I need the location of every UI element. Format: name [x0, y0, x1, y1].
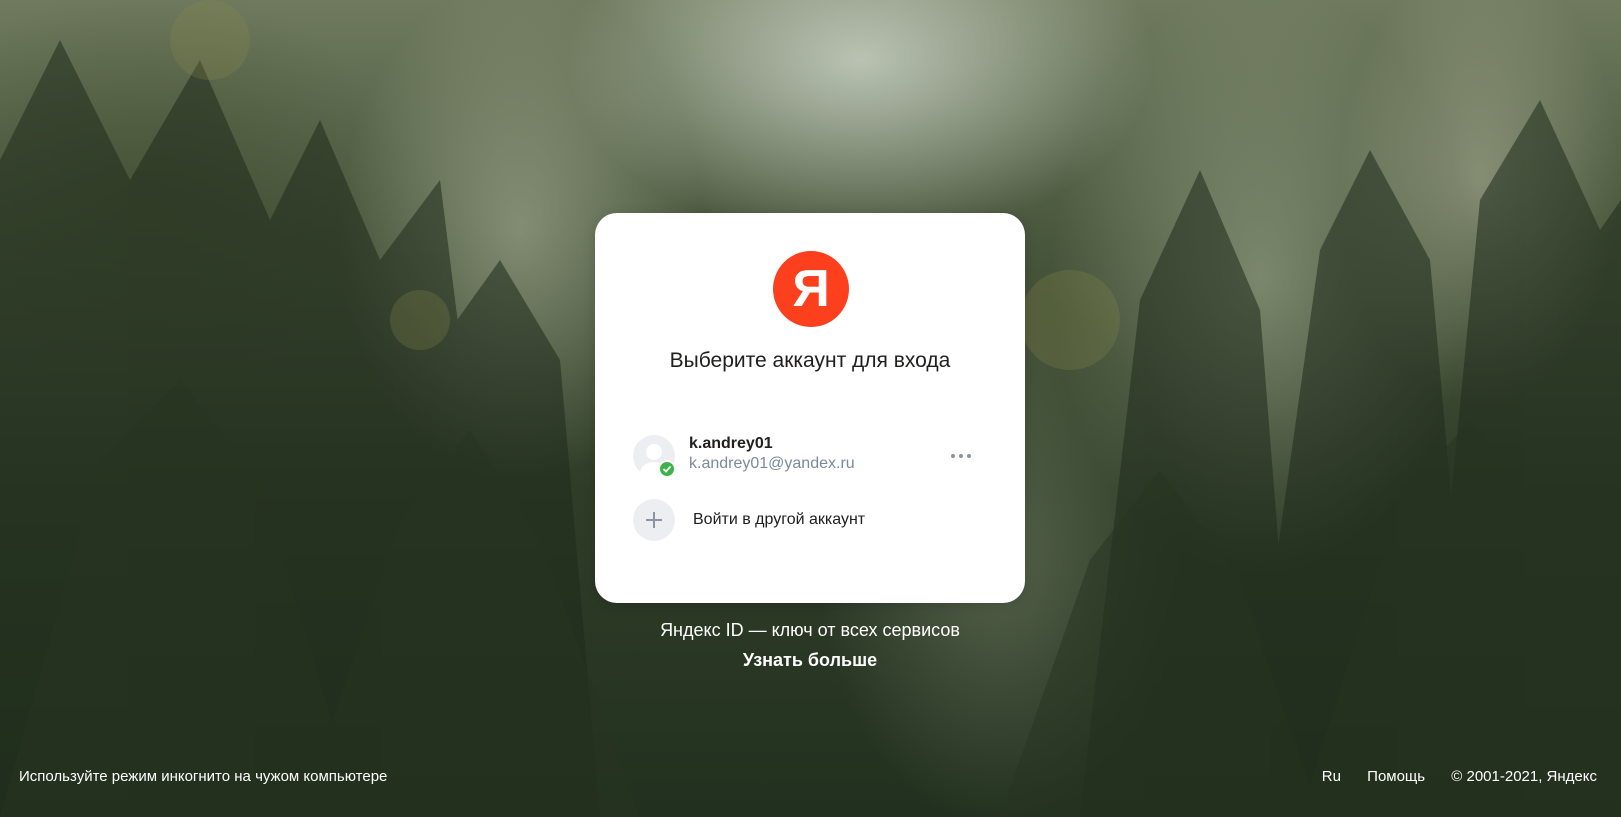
- account-email: k.andrey01@yandex.ru: [689, 455, 855, 472]
- yandex-logo-icon[interactable]: Я: [773, 251, 849, 327]
- plus-icon: [633, 499, 675, 541]
- add-account-label: Войти в другой аккаунт: [693, 511, 866, 528]
- more-dots-icon[interactable]: [947, 447, 975, 465]
- promo-text: Яндекс ID — ключ от всех сервисов: [660, 620, 960, 640]
- check-badge-icon: [658, 460, 676, 478]
- learn-more-link[interactable]: Узнать больше: [660, 650, 960, 671]
- footer-links: Ru Помощь © 2001-2021, Яндекс: [1300, 768, 1597, 785]
- incognito-hint: Используйте режим инкогнито на чужом ком…: [19, 768, 388, 785]
- language-switch[interactable]: Ru: [1322, 768, 1341, 785]
- help-link[interactable]: Помощь: [1367, 768, 1425, 785]
- copyright: © 2001-2021, Яндекс: [1451, 768, 1597, 785]
- account-login: k.andrey01: [689, 435, 773, 452]
- account-selector-card: Я Выберите аккаунт для входа k.andrey01 …: [595, 213, 1025, 603]
- add-account-button[interactable]: Войти в другой аккаунт: [625, 497, 995, 543]
- account-item[interactable]: k.andrey01 k.andrey01@yandex.ru: [625, 431, 995, 481]
- page-title: Выберите аккаунт для входа: [669, 349, 951, 372]
